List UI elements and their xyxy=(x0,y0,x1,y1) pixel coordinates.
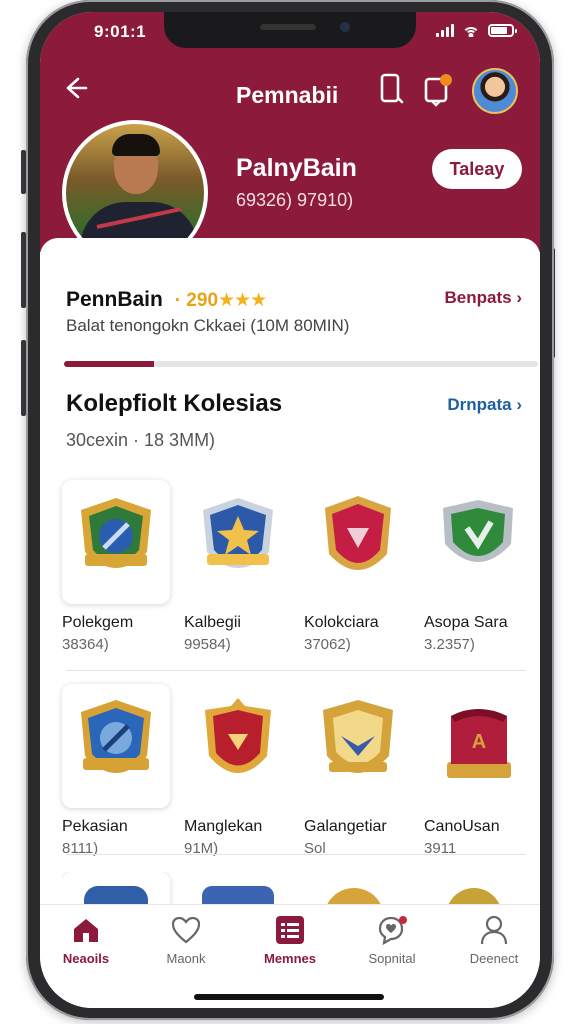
collection-row: Polekgem 38364) Kalbegii 99584) Kolokcia… xyxy=(62,480,542,670)
section-title: Kolepfiolt Kolesias xyxy=(66,390,283,417)
rating-score: · 290 xyxy=(174,290,219,311)
home-indicator[interactable] xyxy=(194,994,384,1000)
svg-text:A: A xyxy=(472,731,486,753)
row-divider xyxy=(66,854,526,855)
nav-item-menu[interactable]: Memnes xyxy=(244,913,336,966)
item-name: CanoUsan xyxy=(424,818,500,835)
item-meta: 37062) xyxy=(304,636,351,653)
collection-item[interactable]: A CanoUsan 3911 xyxy=(424,684,542,857)
crest-badge-icon xyxy=(433,492,523,593)
crest-badge-icon xyxy=(313,492,403,593)
badge-tile[interactable] xyxy=(62,480,170,604)
crest-badge-icon xyxy=(313,696,403,797)
collection-item[interactable]: Kolokciara 37062) xyxy=(304,480,422,653)
device-notch xyxy=(164,12,416,48)
status-time: 9:01:1 xyxy=(94,22,147,41)
rating-progress-bar xyxy=(64,361,538,367)
collection-item[interactable]: Pekasian 8111) xyxy=(62,684,180,857)
item-name: Polekgem xyxy=(62,614,134,631)
nav-item-profile[interactable]: Deenect xyxy=(448,913,540,966)
item-meta: 38364) xyxy=(62,636,109,653)
item-name: Manglekan xyxy=(184,818,263,835)
section-subtitle: 30cexin · 18 3MM) xyxy=(66,430,216,450)
battery-icon xyxy=(488,24,517,37)
badge-tile[interactable] xyxy=(184,684,292,808)
section-see-all-link[interactable]: Drnpata › xyxy=(447,395,522,415)
nav-label: Sopnital xyxy=(368,951,416,966)
item-name: Asopa Sara xyxy=(424,614,508,631)
top-bar: Pemnabii xyxy=(40,68,540,114)
row-divider xyxy=(66,670,526,671)
nav-label: Deenect xyxy=(469,951,519,966)
collection-item[interactable]: Kalbegii 99584) xyxy=(184,480,302,653)
rating-row: PennBain · 290★★★ xyxy=(66,288,267,312)
pedestal-badge-icon: A xyxy=(433,696,523,797)
nav-label: Maonk xyxy=(166,951,206,966)
heart-icon xyxy=(140,913,232,947)
collection-item[interactable]: Manglekan 91M) xyxy=(184,684,302,857)
item-meta: 99584) xyxy=(184,636,231,653)
rating-name: PennBain xyxy=(66,288,163,311)
star-shield-icon xyxy=(193,492,283,593)
chat-heart-icon xyxy=(346,913,438,947)
signal-icon xyxy=(436,24,454,37)
item-meta: 3.2357) xyxy=(424,636,475,653)
crest-badge-icon xyxy=(193,696,283,797)
shield-badge-icon xyxy=(71,696,161,797)
item-name: Kalbegii xyxy=(184,614,241,631)
bottom-navigation: Neaoils Maonk Memnes Sopnital Deenect xyxy=(40,904,540,996)
reports-link[interactable]: Benpats › xyxy=(445,288,522,308)
item-name: Galangetiar xyxy=(304,818,387,835)
badge-tile[interactable] xyxy=(62,684,170,808)
item-name: Pekasian xyxy=(62,818,128,835)
item-name: Kolokciara xyxy=(304,614,379,631)
back-arrow-icon[interactable] xyxy=(60,74,92,106)
user-avatar[interactable] xyxy=(472,68,518,114)
nav-item-home[interactable]: Neaoils xyxy=(40,913,132,966)
badge-tile[interactable] xyxy=(184,480,292,604)
nav-label: Memnes xyxy=(263,951,317,966)
rating-subtitle: Balat tenongokn Ckkaei (10M 80MIN) xyxy=(66,316,350,335)
nav-label: Neaoils xyxy=(62,951,110,966)
badge-tile[interactable] xyxy=(424,480,532,604)
nav-item-social[interactable]: Sopnital xyxy=(346,913,438,966)
star-rating-icon: ★★★ xyxy=(218,290,267,311)
badge-tile[interactable] xyxy=(304,684,412,808)
user-icon xyxy=(448,913,540,947)
wifi-icon xyxy=(462,24,480,37)
home-icon xyxy=(40,913,132,947)
collection-item[interactable]: Galangetiar Sol xyxy=(304,684,422,857)
notification-icon[interactable] xyxy=(422,72,456,108)
shield-badge-icon xyxy=(71,492,161,593)
badge-tile[interactable]: A xyxy=(424,684,532,808)
rating-progress-fill xyxy=(64,361,155,367)
collection-item[interactable]: Polekgem 38364) xyxy=(62,480,180,653)
badge-tile[interactable] xyxy=(304,480,412,604)
follow-button[interactable]: Taleay xyxy=(432,149,522,189)
list-icon xyxy=(244,913,336,947)
profile-stats: 69326) 97910) xyxy=(236,190,354,210)
page-title: Pemnabii xyxy=(236,82,339,108)
status-icons xyxy=(436,24,517,37)
collection-item[interactable]: Asopa Sara 3.2357) xyxy=(424,480,542,653)
profile-name: PalnyBain xyxy=(236,154,357,182)
nav-item-favorites[interactable]: Maonk xyxy=(140,913,232,966)
collection-row: Pekasian 8111) Manglekan 91M) Galangetia… xyxy=(62,684,542,874)
phone-device-icon[interactable] xyxy=(376,72,410,108)
